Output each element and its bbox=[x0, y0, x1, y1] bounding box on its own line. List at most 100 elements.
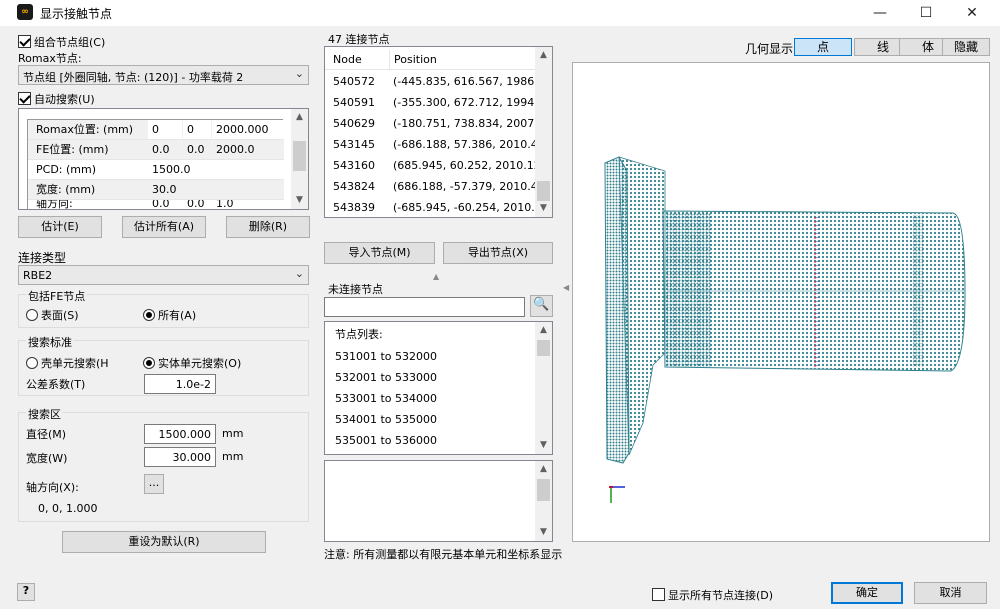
scroll-up-icon[interactable]: ▲ bbox=[535, 322, 552, 339]
fe-mesh-viewport[interactable] bbox=[572, 62, 990, 542]
node-position: (-686.188, 57.386, 2010.416) bbox=[393, 138, 537, 151]
connection-type-select[interactable]: RBE2 ⌄ bbox=[18, 265, 309, 285]
diameter-label: 直径(M) bbox=[26, 428, 67, 441]
search-icon[interactable]: 🔍 bbox=[530, 295, 553, 317]
ok-button[interactable]: 确定 bbox=[831, 582, 903, 604]
scroll-thumb[interactable] bbox=[537, 479, 550, 501]
reset-default-button[interactable]: 重设为默认(R) bbox=[62, 531, 266, 553]
prop-value[interactable]: 0 bbox=[183, 120, 211, 140]
connection-type-value: RBE2 bbox=[23, 269, 53, 282]
romax-node-label: Romax节点: bbox=[18, 52, 82, 65]
connection-type-label: 连接类型 bbox=[18, 251, 67, 265]
scroll-thumb[interactable] bbox=[293, 141, 306, 171]
radio-circle[interactable] bbox=[26, 309, 38, 321]
export-nodes-button[interactable]: 导出节点(X) bbox=[443, 242, 553, 264]
geometry-point-button[interactable]: 点 bbox=[794, 38, 852, 56]
minimize-icon[interactable]: — bbox=[857, 0, 903, 26]
fe-mesh-drawing[interactable] bbox=[573, 63, 990, 542]
dialog-window: ∞ 显示接触节点 — ☐ ✕ 组合节点组(C) Romax节点: 节点组 [外圈… bbox=[0, 0, 1000, 609]
search-criteria-label: 搜索标准 bbox=[26, 334, 74, 350]
checkbox-box[interactable] bbox=[652, 588, 665, 601]
tolerance-input[interactable]: 1.0e-2 bbox=[144, 374, 216, 394]
combine-group-label: 组合节点组(C) bbox=[34, 36, 106, 49]
prop-value: 1.0 bbox=[216, 200, 234, 210]
scroll-down-icon[interactable]: ▼ bbox=[535, 437, 552, 454]
table-row[interactable]: 543839 (-685.945, -60.254, 2010.124 bbox=[325, 198, 537, 217]
table-row[interactable]: 543160 (685.945, 60.252, 2010.129) bbox=[325, 156, 537, 176]
auto-search-checkbox[interactable]: 自动搜索(U) bbox=[18, 91, 95, 107]
table-row: 宽度: (mm) 30.0 bbox=[28, 180, 284, 200]
maximize-icon[interactable]: ☐ bbox=[903, 0, 949, 26]
auto-search-label: 自动搜索(U) bbox=[34, 93, 95, 106]
diameter-unit: mm bbox=[222, 427, 244, 440]
width-label: 宽度(W) bbox=[26, 452, 68, 465]
node-range: 532001 to 533000 bbox=[335, 371, 438, 384]
estimate-all-button[interactable]: 估计所有(A) bbox=[122, 216, 206, 238]
chevron-down-icon: ⌄ bbox=[294, 267, 304, 280]
estimate-button[interactable]: 估计(E) bbox=[18, 216, 102, 238]
solid-search-radio[interactable]: 实体单元搜索(O) bbox=[143, 355, 241, 371]
delete-button[interactable]: 删除(R) bbox=[226, 216, 310, 238]
node-search-input[interactable] bbox=[324, 297, 525, 317]
table-row[interactable]: 540591 (-355.300, 672.712, 1994.787 bbox=[325, 93, 537, 113]
romax-node-select[interactable]: 节点组 [外圈同轴, 节点: (120)] - 功率载荷 2 ⌄ bbox=[18, 65, 309, 85]
shell-search-radio[interactable]: 壳单元搜索(H bbox=[26, 355, 109, 371]
scroll-down-icon[interactable]: ▼ bbox=[535, 524, 552, 541]
checkbox-box[interactable] bbox=[18, 92, 31, 105]
scroll-down-icon[interactable]: ▼ bbox=[535, 200, 552, 217]
axis-direction-button[interactable]: ... bbox=[144, 474, 164, 494]
prop-value[interactable]: 30.0 bbox=[148, 180, 208, 200]
radio-circle[interactable] bbox=[26, 357, 38, 369]
column-header-position[interactable]: Position bbox=[389, 50, 537, 70]
splitter-left-icon[interactable]: ◀ bbox=[563, 283, 569, 292]
geometry-display-label: 几何显示: bbox=[745, 42, 798, 56]
diameter-input[interactable]: 1500.000 bbox=[144, 424, 216, 444]
geometry-hide-button[interactable]: 隐藏 bbox=[942, 38, 990, 56]
width-input[interactable]: 30.000 bbox=[144, 447, 216, 467]
import-nodes-button[interactable]: 导入节点(M) bbox=[324, 242, 435, 264]
scroll-thumb[interactable] bbox=[537, 181, 550, 201]
detail-scrollbar[interactable]: ▲ ▼ bbox=[535, 461, 552, 541]
close-icon[interactable]: ✕ bbox=[949, 0, 995, 26]
properties-table: Romax位置: (mm) 0 0 2000.000 FE位置: (mm) 0.… bbox=[27, 119, 284, 210]
all-radio[interactable]: 所有(A) bbox=[143, 307, 196, 323]
node-range-list[interactable]: 节点列表: 531001 to 532000 532001 to 533000 53… bbox=[324, 321, 553, 455]
prop-value[interactable]: 0 bbox=[148, 120, 182, 140]
scroll-up-icon[interactable]: ▲ bbox=[535, 461, 552, 478]
properties-grid: Romax位置: (mm) 0 0 2000.000 FE位置: (mm) 0.… bbox=[18, 108, 309, 210]
radio-circle[interactable] bbox=[143, 309, 155, 321]
scroll-thumb[interactable] bbox=[537, 340, 550, 356]
axis-direction-value: 0, 0, 1.000 bbox=[38, 502, 98, 515]
connected-scrollbar[interactable]: ▲ ▼ bbox=[535, 47, 552, 217]
node-detail-list[interactable]: ▲ ▼ bbox=[324, 460, 553, 542]
table-row[interactable]: 540572 (-445.835, 616.567, 1986.850 bbox=[325, 72, 537, 92]
table-row[interactable]: 543824 (686.188, -57.379, 2010.418) bbox=[325, 177, 537, 197]
column-header-node[interactable]: Node bbox=[329, 50, 385, 70]
splitter-up-icon[interactable]: ▲ bbox=[433, 272, 439, 281]
show-all-connections-checkbox[interactable]: 显示所有节点连接(D) bbox=[652, 587, 773, 603]
properties-scrollbar[interactable]: ▲ ▼ bbox=[291, 109, 308, 209]
prop-value[interactable]: 2000.000 bbox=[212, 120, 284, 140]
table-row[interactable]: 540629 (-180.751, 738.834, 2007.588 bbox=[325, 114, 537, 134]
table-row: Romax位置: (mm) 0 0 2000.000 bbox=[28, 120, 284, 140]
cancel-button[interactable]: 取消 bbox=[914, 582, 987, 604]
help-icon[interactable]: ? bbox=[17, 583, 35, 601]
radio-circle[interactable] bbox=[143, 357, 155, 369]
prop-value: 0.0 bbox=[187, 200, 205, 210]
scroll-up-icon[interactable]: ▲ bbox=[291, 109, 308, 126]
node-range: 535001 to 536000 bbox=[335, 434, 438, 447]
scroll-up-icon[interactable]: ▲ bbox=[535, 47, 552, 64]
table-row[interactable]: 543145 (-686.188, 57.386, 2010.416) bbox=[325, 135, 537, 155]
show-all-connections-label: 显示所有节点连接(D) bbox=[668, 589, 774, 602]
scroll-down-icon[interactable]: ▼ bbox=[291, 192, 308, 209]
connected-nodes-list[interactable]: Node Position 540572 (-445.835, 616.567, … bbox=[324, 46, 553, 218]
node-range: 531001 to 532000 bbox=[335, 350, 438, 363]
solid-search-label: 实体单元搜索(O) bbox=[158, 357, 242, 370]
prop-value[interactable]: 1500.0 bbox=[148, 160, 208, 180]
axis-direction-label: 轴方向(X): bbox=[26, 481, 79, 494]
surface-radio[interactable]: 表面(S) bbox=[26, 307, 79, 323]
prop-label: FE位置: (mm) bbox=[36, 143, 109, 156]
checkbox-box[interactable] bbox=[18, 35, 31, 48]
combine-group-checkbox[interactable]: 组合节点组(C) bbox=[18, 34, 105, 50]
range-scrollbar[interactable]: ▲ ▼ bbox=[535, 322, 552, 454]
